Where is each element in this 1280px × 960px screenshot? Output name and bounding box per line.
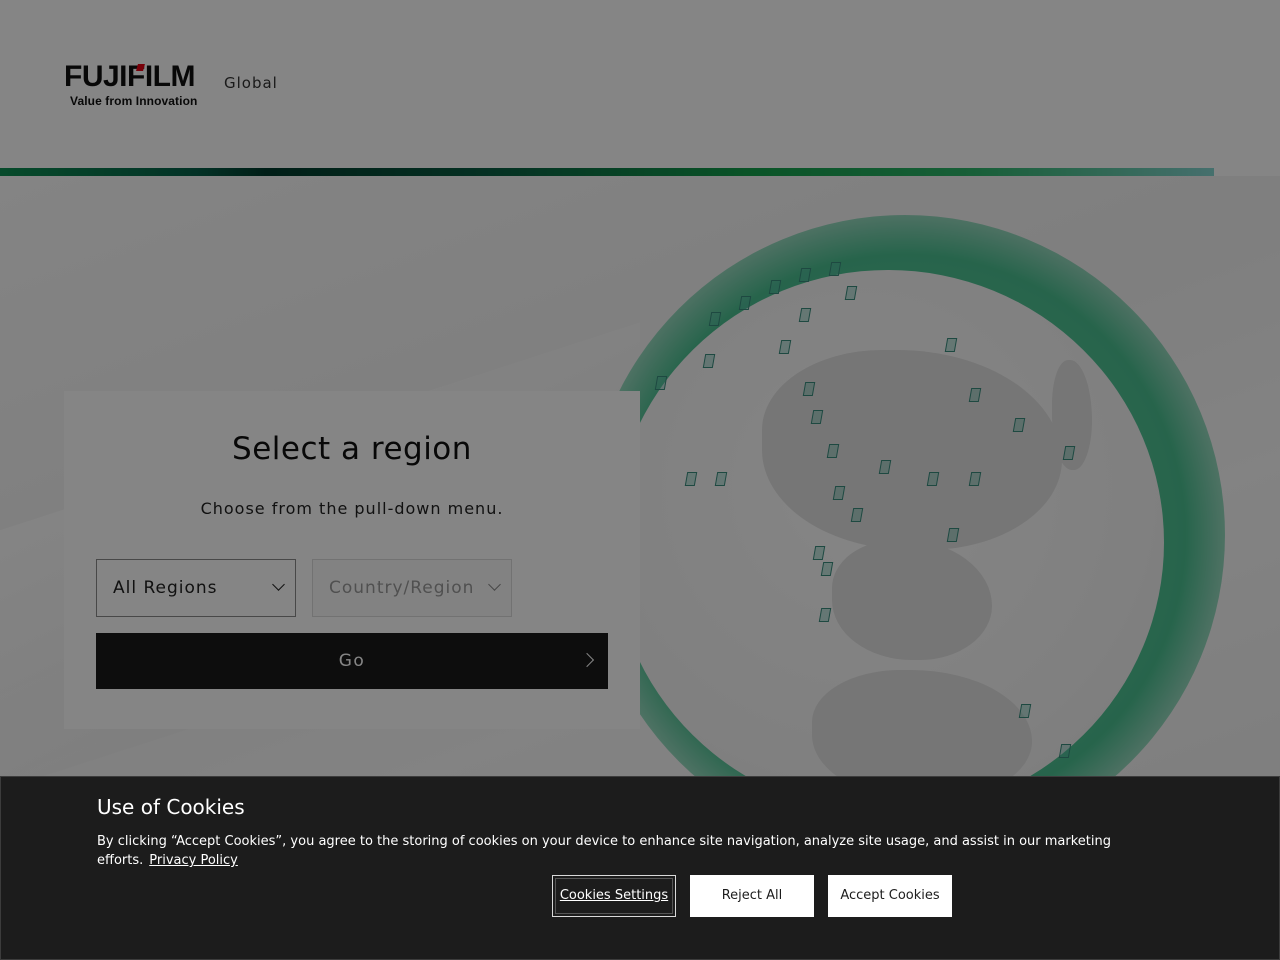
cookie-policy-text: By clicking “Accept Cookies”, you agree … (97, 834, 1111, 868)
cookies-settings-button[interactable]: Cookies Settings (552, 875, 676, 917)
cookie-banner-title: Use of Cookies (97, 795, 245, 819)
accept-cookies-button[interactable]: Accept Cookies (828, 875, 952, 917)
cookie-banner-text: By clicking “Accept Cookies”, you agree … (97, 832, 1137, 870)
cookie-consent-banner: Use of Cookies By clicking “Accept Cooki… (0, 776, 1280, 960)
privacy-policy-link[interactable]: Privacy Policy (149, 853, 238, 868)
reject-all-button[interactable]: Reject All (690, 875, 814, 917)
